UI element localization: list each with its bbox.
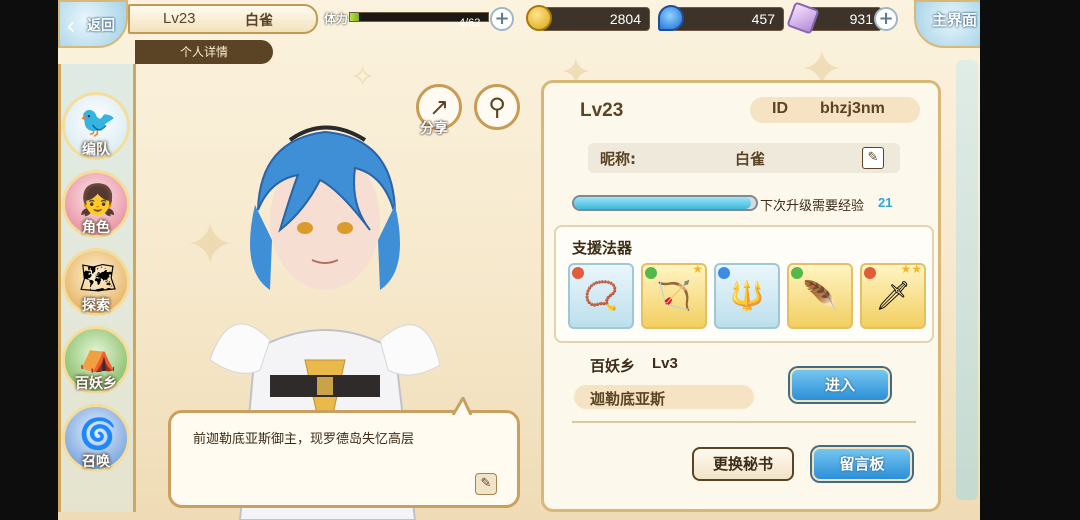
search-button[interactable]: ⚲ [474, 84, 520, 130]
back-arrow-icon: ‹ [66, 12, 76, 40]
nav-label-character: 角色 [82, 220, 110, 236]
nickname-row: 昵称: 白雀 ✎ [588, 143, 900, 173]
home-button[interactable]: 主界面 [914, 0, 982, 48]
back-button[interactable]: ‹ 返回 [58, 0, 128, 48]
soul-value: 457 [751, 11, 775, 27]
wing-blade-icon: 🪶 [802, 279, 838, 312]
profile-panel: Lv23 ID bhzj3nm 昵称: 白雀 ✎ 下次升级需要经验 21 支援法… [541, 80, 941, 512]
spear-icon: 🔱 [729, 279, 765, 312]
star-icon: ★ [692, 262, 703, 276]
nav-item-explore[interactable]: 🗺 探索 [62, 248, 130, 316]
change-secretary-button[interactable]: 更换秘书 [692, 447, 794, 481]
nickname-label: 昵称: [600, 150, 636, 168]
subtab-profile-details: 个人详情 [135, 40, 273, 64]
support-weapon-slot[interactable]: ★★ 🗡 [860, 262, 926, 329]
signature-text: 前迦勒底亚斯御主，现罗德岛失忆高层 [193, 432, 415, 447]
stamina-add-button[interactable]: + [490, 7, 514, 31]
character-icon: 👧 [79, 183, 117, 218]
ribbon-player-name: 白雀 [245, 13, 273, 29]
gold-counter: 2804 [540, 7, 650, 31]
panel-divider [572, 421, 916, 423]
summon-icon: 🌀 [79, 417, 117, 452]
nav-item-summon[interactable]: 🌀 召唤 [62, 404, 130, 472]
village-level: Lv3 [652, 355, 678, 372]
dark-sword-icon: 🗡 [875, 279, 911, 312]
edit-nickname-button[interactable]: ✎ [862, 147, 884, 169]
nav-label-summon: 召唤 [82, 454, 110, 470]
explore-icon: 🗺 [79, 261, 118, 296]
nickname-value: 白雀 [735, 150, 766, 168]
id-value: bhzj3nm [820, 100, 885, 117]
fire-element-icon [572, 267, 584, 279]
player-id-tag: ID bhzj3nm [750, 97, 920, 123]
nav-label-team: 编队 [82, 142, 110, 158]
home-label: 主界面 [932, 11, 978, 29]
village-icon: ⛺ [79, 339, 117, 374]
wind-element-icon [791, 267, 803, 279]
stamina-fill [350, 13, 359, 21]
message-board-button[interactable]: 留言板 [812, 447, 912, 481]
crystal-value: 931 [849, 11, 873, 27]
speech-tail [451, 397, 473, 415]
nav-item-character[interactable]: 👧 角色 [62, 170, 130, 238]
pencil-icon: ✎ [480, 476, 492, 491]
pencil-icon: ✎ [867, 150, 879, 165]
edit-signature-button[interactable]: ✎ [475, 473, 497, 495]
crystal-add-button[interactable]: + [874, 7, 898, 31]
bracelet-icon: 📿 [583, 279, 619, 312]
stamina-value: 4/62 [459, 17, 481, 29]
stamina-label: 体力 [324, 12, 349, 26]
village-name: 迦勒底亚斯 [590, 390, 666, 408]
exp-bar [572, 195, 758, 211]
exp-fill [574, 197, 751, 209]
signature-speech-bubble: 前迦勒底亚斯御主，现罗德岛失忆高层 ✎ [168, 397, 520, 508]
village-label: 百妖乡 [590, 357, 636, 375]
ribbon-level: Lv23 [163, 10, 196, 27]
right-frame-pillar [956, 60, 978, 500]
wind-element-icon [645, 267, 657, 279]
crossbow-icon: 🏹 [656, 279, 692, 312]
exp-label: 下次升级需要经验 [760, 199, 865, 214]
enter-village-button[interactable]: 进入 [790, 368, 890, 402]
profile-level: Lv23 [580, 100, 624, 121]
support-weapons-box: 支援法器 📿 ★ 🏹 🔱 🪶 ★★ 🗡 [554, 225, 934, 343]
left-letterbox [0, 0, 58, 520]
nav-item-village[interactable]: ⛺ 百妖乡 [62, 326, 130, 394]
fire-element-icon [864, 267, 876, 279]
nav-item-team[interactable]: 🐦 编队 [62, 92, 130, 160]
support-weapon-slot[interactable]: 📿 [568, 263, 634, 329]
nav-label-explore: 探索 [82, 298, 110, 314]
gold-value: 2804 [609, 11, 641, 27]
right-letterbox [980, 0, 1080, 520]
support-weapon-slot[interactable]: ★ 🏹 [641, 262, 707, 329]
village-name-tag: 迦勒底亚斯 [574, 385, 754, 409]
magnifier-icon: ⚲ [488, 93, 506, 121]
gold-coin-icon [526, 5, 552, 31]
id-key: ID [772, 100, 788, 117]
exp-value: 21 [878, 195, 893, 210]
soul-counter: 457 [672, 7, 784, 31]
player-ribbon: Lv23 白雀 [128, 4, 318, 34]
team-icon: 🐦 [79, 105, 117, 140]
star-icon: ★★ [900, 262, 922, 276]
support-weapons-title: 支援法器 [572, 239, 633, 257]
share-label: 分享 [420, 121, 448, 137]
nav-label-village: 百妖乡 [75, 376, 117, 392]
support-weapon-slot[interactable]: 🔱 [714, 263, 780, 329]
share-icon: ↗ [428, 93, 450, 121]
game-screen: ✦ ✦ ✦ ✧ ‹ 返回 Lv23 白雀 个人详情 体力 4/62 + 2804… [0, 0, 1080, 520]
support-weapon-slot[interactable]: 🪶 [787, 263, 853, 329]
back-label: 返回 [87, 18, 115, 34]
soul-flame-icon [658, 5, 684, 31]
water-element-icon [718, 267, 730, 279]
sparkle-decoration: ✧ [350, 60, 376, 95]
